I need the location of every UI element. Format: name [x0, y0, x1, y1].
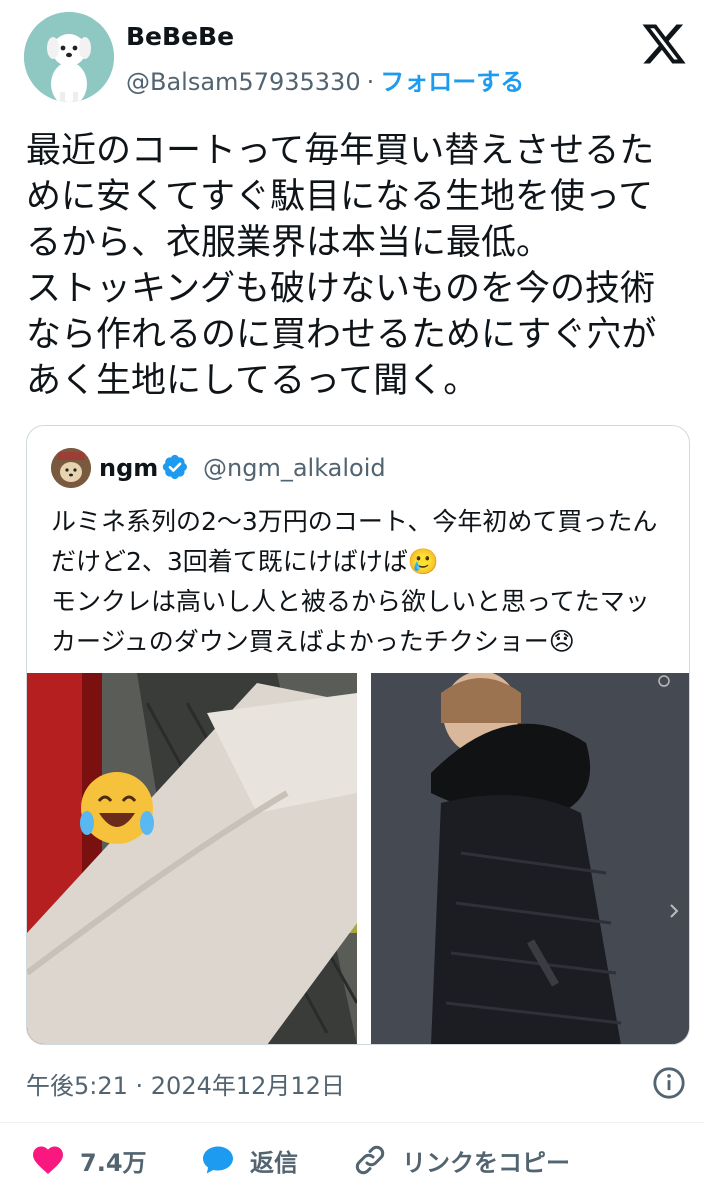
quote-image-coat-sleeve[interactable] — [27, 673, 357, 1044]
coat-sleeve-photo — [27, 673, 357, 1044]
action-bar: 7.4万 返信 リンクをコピー — [0, 1140, 704, 1180]
x-logo-icon[interactable] — [640, 20, 688, 68]
handle[interactable]: @Balsam57935330 — [126, 68, 361, 96]
timestamp[interactable]: 午後5:21 · 2024年12月12日 — [26, 1066, 345, 1101]
copy-link-label: リンクをコピー — [402, 1148, 570, 1177]
handle-line: @Balsam57935330 · フォローする — [126, 62, 524, 97]
heart-icon — [33, 1146, 63, 1175]
tweet-header: BeBeBe @Balsam57935330 · フォローする — [0, 0, 704, 110]
like-count: 7.4万 — [80, 1148, 147, 1177]
quote-text: ルミネ系列の2〜3万円のコート、今年初めて買ったんだけど2、3回着て既にけばけば… — [51, 507, 658, 656]
follow-button[interactable]: フォローする — [380, 68, 524, 96]
quote-image-down-jacket[interactable] — [371, 673, 689, 1044]
reply-button[interactable]: 返信 — [200, 1140, 298, 1180]
quote-handle[interactable]: @ngm_alkaloid — [203, 454, 386, 482]
link-icon — [355, 1145, 385, 1175]
separator-dot: · — [366, 68, 375, 96]
tweet-text: 最近のコートって毎年買い替えさせるために安くてすぐ駄目になる生地を使ってるから、… — [26, 131, 657, 401]
avatar[interactable] — [24, 12, 114, 102]
verified-badge-icon — [162, 454, 187, 480]
reply-bubble-icon — [203, 1146, 233, 1174]
quote-display-name[interactable]: ngm — [99, 454, 158, 482]
divider — [0, 1122, 704, 1123]
like-button[interactable]: 7.4万 — [30, 1140, 147, 1180]
quote-avatar-icon — [51, 448, 91, 488]
copy-link-button[interactable]: リンクをコピー — [352, 1140, 570, 1180]
reply-label: 返信 — [250, 1148, 298, 1177]
display-name[interactable]: BeBeBe — [126, 22, 234, 51]
down-jacket-photo — [371, 673, 689, 1044]
quote-avatar[interactable] — [51, 448, 91, 488]
dog-avatar-icon — [24, 12, 114, 102]
info-icon[interactable] — [652, 1066, 686, 1100]
quote-tweet-card[interactable]: ngm @ngm_alkaloid ルミネ系列の2〜3万円のコート、今年初めて買… — [26, 425, 690, 1045]
